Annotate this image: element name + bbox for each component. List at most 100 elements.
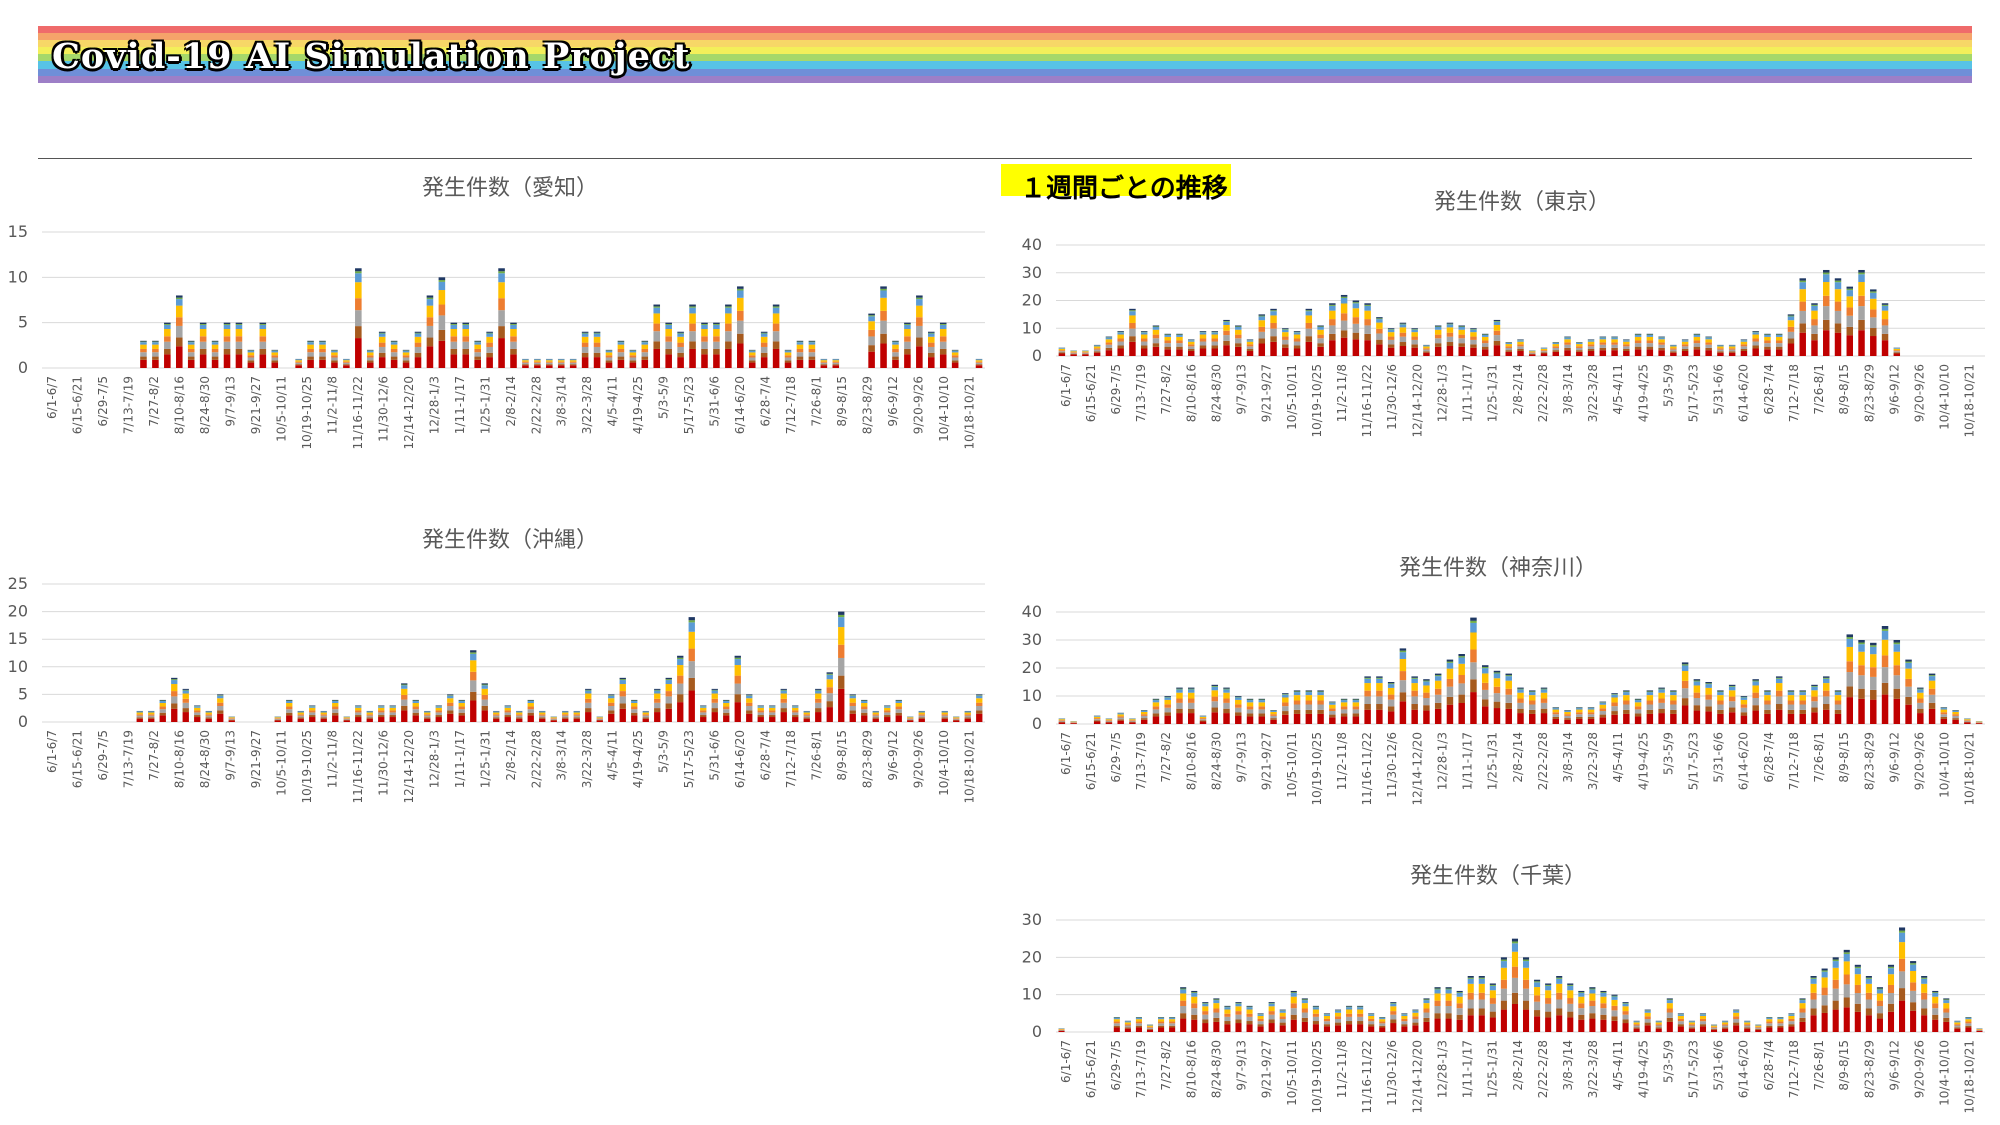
bar-segment	[1376, 339, 1383, 345]
bar-segment	[1670, 704, 1677, 710]
bar-segment	[1954, 1022, 1961, 1025]
bar-stack	[1728, 344, 1736, 356]
bar-stack	[1352, 300, 1360, 356]
chart-tokyo: 発生件数（東京） 0 10 20 30 40 6/1-6/7 6/15-6/21 6/29-7…	[1000, 180, 2000, 490]
x-tick-label: 9/20-9/26	[1912, 364, 1926, 422]
bar-segment	[792, 712, 799, 716]
bar-segment	[1223, 324, 1230, 331]
bar-segment	[474, 342, 481, 345]
bar-stack	[1766, 1017, 1773, 1032]
bar-segment	[1522, 961, 1530, 968]
bar-segment	[1191, 1014, 1198, 1020]
bar-segment	[486, 331, 493, 333]
bar-segment	[1058, 353, 1066, 356]
bar-segment	[1387, 329, 1395, 333]
bar-segment	[951, 360, 959, 363]
bar-segment	[522, 362, 529, 365]
bar-segment	[1787, 690, 1795, 692]
bar-segment	[1458, 327, 1465, 330]
bar-segment	[1213, 1008, 1220, 1013]
bar-segment	[760, 352, 768, 358]
bar-segment	[1811, 310, 1818, 320]
bar-segment	[1152, 338, 1160, 344]
bar-segment	[1270, 322, 1277, 329]
bar-segment	[1058, 350, 1066, 352]
bar-segment	[953, 718, 960, 720]
bar-stack	[516, 710, 523, 722]
bar-segment	[343, 365, 350, 368]
bar-stack	[1411, 676, 1418, 724]
bar-segment	[366, 357, 374, 361]
bar-segment	[1534, 987, 1541, 996]
bar-segment	[1728, 712, 1736, 724]
bar-segment	[665, 324, 672, 330]
bar-segment	[1188, 346, 1195, 350]
bar-segment	[557, 365, 565, 368]
bar-segment	[895, 709, 902, 713]
bar-segment	[1705, 342, 1712, 345]
bar-segment	[1677, 1026, 1684, 1032]
bar-segment	[1467, 976, 1474, 978]
bar-segment	[1323, 1018, 1330, 1022]
bar-segment	[892, 344, 899, 349]
bar-segment	[838, 675, 845, 689]
bar-segment	[1600, 992, 1607, 997]
bar-segment	[1445, 993, 1452, 1001]
bar-segment	[1164, 704, 1171, 708]
bar-segment	[534, 365, 541, 368]
bar-stack	[976, 694, 983, 722]
bar-segment	[677, 333, 684, 337]
bar-segment	[815, 698, 822, 703]
bar-segment	[402, 352, 410, 356]
bar-stack	[1599, 701, 1607, 724]
bar-stack	[1340, 294, 1348, 356]
bar-segment	[1493, 673, 1501, 679]
bar-segment	[1752, 698, 1759, 706]
bar-stack	[1202, 1002, 1209, 1032]
bar-segment	[1188, 341, 1195, 345]
bar-segment	[438, 277, 446, 281]
bar-segment	[366, 349, 374, 351]
bar-segment	[1764, 333, 1771, 335]
bar-segment	[378, 710, 385, 713]
bar-stack	[596, 716, 603, 722]
bar-segment	[1799, 700, 1806, 705]
bar-segment	[1270, 315, 1277, 323]
bar-segment	[458, 712, 465, 716]
bar-segment	[1505, 688, 1512, 695]
bar-segment	[1854, 968, 1861, 975]
bar-segment	[1728, 684, 1736, 686]
bar-segment	[1634, 698, 1642, 700]
bar-segment	[1799, 310, 1806, 324]
bar-segment	[182, 688, 189, 690]
bar-segment	[1587, 707, 1595, 708]
bar-segment	[1823, 319, 1830, 331]
bar-segment	[1305, 690, 1313, 692]
bar-stack	[769, 705, 776, 722]
bar-segment	[772, 341, 780, 349]
bar-segment	[1799, 278, 1806, 281]
bar-segment	[1670, 690, 1677, 692]
bar-segment	[904, 324, 911, 330]
bar-stack	[343, 358, 350, 368]
bar-segment	[1305, 695, 1313, 701]
bar-segment	[1699, 1015, 1707, 1019]
bar-segment	[1752, 705, 1759, 711]
bar-segment	[1646, 691, 1654, 693]
bar-segment	[665, 354, 672, 368]
bar-segment	[653, 348, 661, 368]
x-tick-label: 10/19-10/25	[1310, 1040, 1324, 1114]
bar-segment	[1070, 351, 1077, 353]
bar-segment	[1899, 930, 1906, 933]
bar-segment	[1470, 622, 1477, 633]
bar-segment	[760, 346, 768, 353]
bar-segment	[1787, 316, 1795, 321]
bar-segment	[1445, 1013, 1452, 1019]
bar-segment	[1387, 684, 1395, 688]
x-tick-label: 7/27-8/2	[147, 376, 161, 427]
bar-stack	[593, 331, 601, 368]
bar-segment	[665, 708, 672, 722]
bar-segment	[498, 282, 505, 299]
bar-segment	[904, 322, 911, 325]
bar-segment	[1529, 354, 1536, 356]
